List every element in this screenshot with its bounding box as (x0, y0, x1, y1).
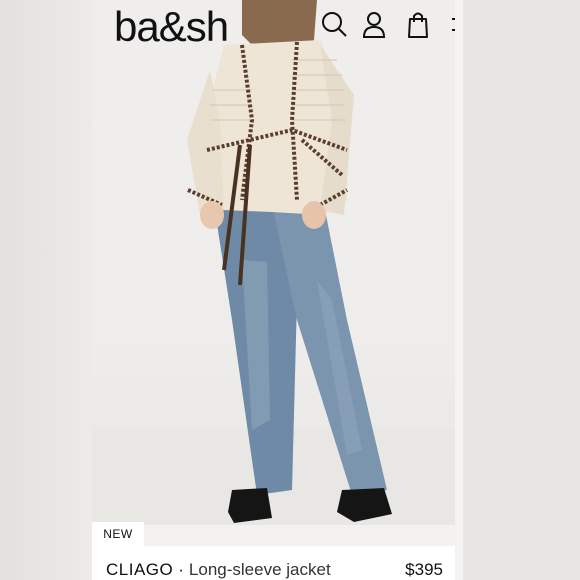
title-separator: · (178, 560, 184, 579)
boot-right (337, 488, 392, 522)
hand-left (200, 201, 224, 229)
search-icon[interactable] (320, 10, 348, 38)
product-name[interactable]: CLIAGO (106, 560, 173, 579)
model-figure (187, 0, 392, 523)
boot-left (228, 488, 272, 523)
menu-icon[interactable] (448, 10, 455, 38)
product-description: Long-sleeve jacket (188, 560, 331, 579)
new-badge: NEW (92, 522, 144, 546)
product-card[interactable]: ba&sh NEW CLIAGO · Long-sleeve jacket $395 (92, 0, 455, 580)
site-header: ba&sh (92, 0, 455, 58)
background-right (455, 0, 580, 580)
product-info[interactable]: CLIAGO · Long-sleeve jacket $395 (92, 546, 455, 580)
brand-logo[interactable]: ba&sh (114, 3, 229, 51)
background-left (0, 0, 92, 580)
product-price: $395 (405, 560, 443, 579)
bag-icon[interactable] (404, 10, 432, 38)
account-icon[interactable] (360, 10, 388, 38)
product-title-line: CLIAGO · Long-sleeve jacket (106, 560, 331, 580)
product-photo[interactable]: ba&sh (92, 0, 455, 525)
hand-right (302, 201, 326, 229)
